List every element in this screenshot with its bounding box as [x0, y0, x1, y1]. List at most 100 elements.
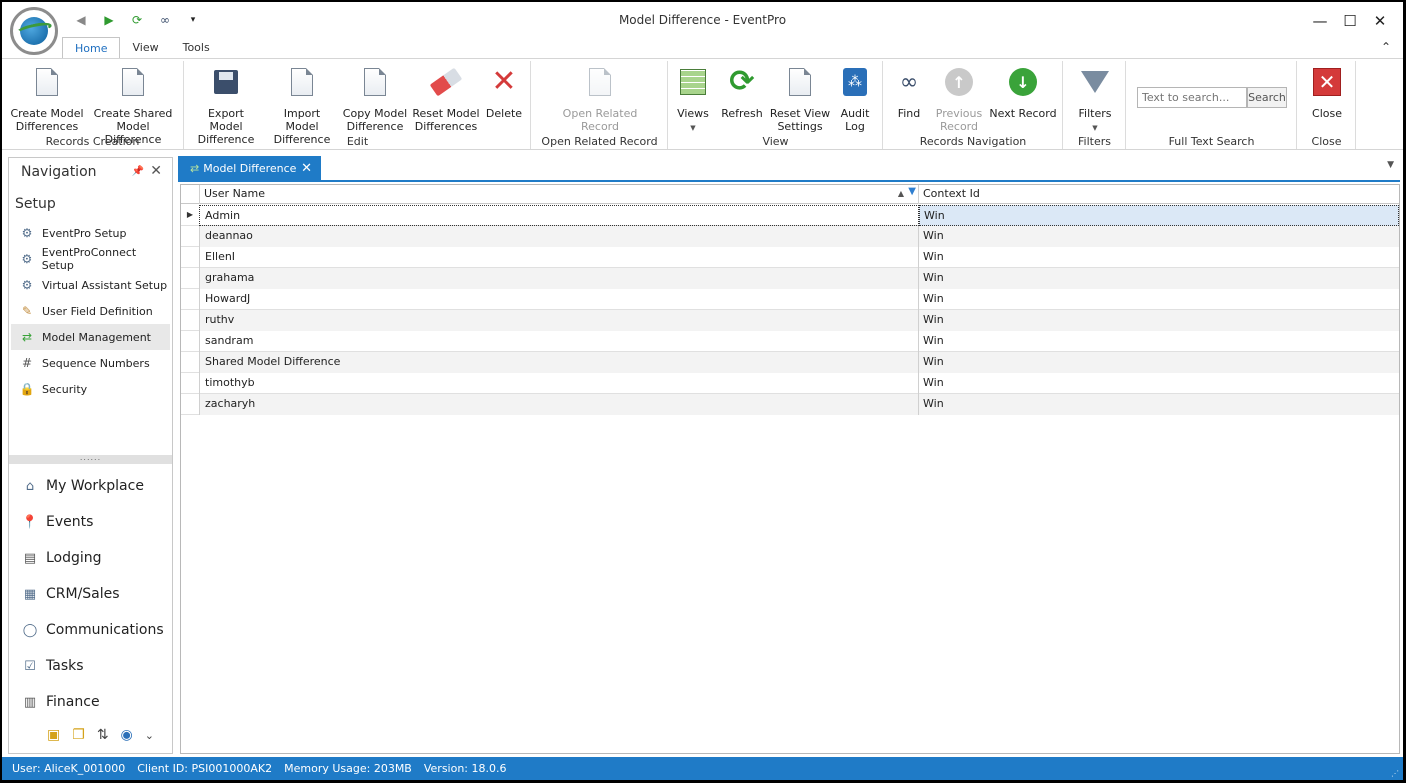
- table-row[interactable]: deannao Win: [181, 226, 1399, 247]
- arrow-down-icon: ↓: [1009, 68, 1037, 96]
- group-edit: Export Model Difference Import Model Dif…: [185, 61, 531, 149]
- cell-user-name[interactable]: ruthv: [199, 310, 919, 331]
- documents-icon[interactable]: ❐: [72, 727, 85, 743]
- full-text-search-input[interactable]: [1137, 87, 1247, 108]
- tab-home[interactable]: Home: [62, 37, 121, 59]
- data-grid: User Name ▲ ▼ Context Id ▶ Admin Win dea…: [180, 184, 1400, 754]
- document-tab-model-difference[interactable]: ⇄ Model Difference ✕: [178, 156, 321, 182]
- find-button[interactable]: ∞ Find: [892, 65, 926, 120]
- gear-icon: ⚙: [21, 278, 33, 292]
- cell-context-id[interactable]: Win: [919, 247, 1399, 268]
- create-model-differences-button[interactable]: Create Model Differences: [6, 65, 88, 133]
- sidebar-item-eventpro-setup[interactable]: ⚙ EventPro Setup: [11, 220, 170, 246]
- sort-arrows-icon[interactable]: ⇅: [97, 727, 109, 743]
- close-panel-icon[interactable]: ✕: [150, 163, 162, 179]
- cell-context-id[interactable]: Win: [919, 352, 1399, 373]
- search-button[interactable]: Search: [1247, 87, 1287, 108]
- close-window-button[interactable]: ✕: [1365, 10, 1395, 32]
- tab-tools[interactable]: Tools: [171, 37, 222, 59]
- status-bar: User: AliceK_001000 Client ID: PSI001000…: [2, 757, 1403, 780]
- reset-model-differences-button[interactable]: Reset Model Differences: [411, 65, 481, 133]
- lodging-icon: ▤: [23, 550, 37, 566]
- column-header-context-id[interactable]: Context Id: [919, 185, 1397, 204]
- arrow-up-icon: ↑: [945, 68, 973, 96]
- table-row[interactable]: sandram Win: [181, 331, 1399, 352]
- cell-context-id[interactable]: Win: [919, 373, 1399, 394]
- table-row[interactable]: Shared Model Difference Win: [181, 352, 1399, 373]
- copy-model-difference-button[interactable]: Copy Model Difference: [341, 65, 409, 133]
- panel-splitter[interactable]: ......: [9, 454, 172, 464]
- create-shared-model-difference-button[interactable]: Create Shared Model Difference: [88, 65, 178, 146]
- close-button[interactable]: ✕ Close: [1307, 65, 1347, 120]
- document-area: ⇄ Model Difference ✕ ▼ User Name ▲ ▼ Con…: [178, 154, 1400, 754]
- table-row[interactable]: HowardJ Win: [181, 289, 1399, 310]
- module-lodging[interactable]: ▤ Lodging: [9, 540, 172, 576]
- next-record-button[interactable]: ↓ Next Record: [988, 65, 1058, 120]
- resize-grip-icon[interactable]: ⋰: [1391, 769, 1399, 778]
- cell-user-name[interactable]: EllenI: [199, 247, 919, 268]
- delete-button[interactable]: ✕ Delete: [483, 65, 525, 121]
- clipboard-icon[interactable]: ▣: [47, 727, 60, 743]
- module-events[interactable]: 📍 Events: [9, 504, 172, 540]
- export-model-difference-button[interactable]: Export Model Difference: [191, 65, 261, 146]
- module-my-workplace[interactable]: ⌂ My Workplace: [9, 468, 172, 504]
- cell-context-id[interactable]: Win: [919, 394, 1399, 415]
- module-finance[interactable]: ▥ Finance: [9, 684, 172, 720]
- table-row[interactable]: zacharyh Win: [181, 394, 1399, 415]
- cell-context-id[interactable]: Win: [919, 289, 1399, 310]
- cell-user-name[interactable]: Admin: [199, 205, 919, 226]
- table-row[interactable]: timothyb Win: [181, 373, 1399, 394]
- ribbon-collapse-icon[interactable]: ⌃: [1381, 40, 1391, 54]
- gear-icon: ⚙: [21, 252, 33, 266]
- cell-user-name[interactable]: Shared Model Difference: [199, 352, 919, 373]
- crm-icon: ▦: [23, 586, 37, 602]
- cell-context-id[interactable]: Win: [919, 226, 1399, 247]
- chevron-down-icon[interactable]: ⌄: [145, 729, 154, 742]
- ribbon-tabs: Home View Tools: [62, 37, 222, 59]
- module-crm-sales[interactable]: ▦ CRM/Sales: [9, 576, 172, 612]
- reset-view-settings-button[interactable]: Reset View Settings: [769, 65, 831, 133]
- module-communications[interactable]: ◯ Communications: [9, 612, 172, 648]
- tab-list-dropdown-icon[interactable]: ▼: [1387, 160, 1394, 170]
- sidebar-item-virtual-assistant-setup[interactable]: ⚙ Virtual Assistant Setup: [11, 272, 170, 298]
- app-logo-button[interactable]: [10, 7, 58, 55]
- cell-user-name[interactable]: grahama: [199, 268, 919, 289]
- sidebar-item-sequence-numbers[interactable]: # Sequence Numbers: [11, 350, 170, 376]
- table-row[interactable]: EllenI Win: [181, 247, 1399, 268]
- refresh-button[interactable]: ⟳ Refresh: [719, 65, 765, 121]
- cell-user-name[interactable]: timothyb: [199, 373, 919, 394]
- cell-user-name[interactable]: zacharyh: [199, 394, 919, 415]
- filter-icon[interactable]: ▼: [908, 183, 916, 201]
- open-related-record-button[interactable]: Open Related Record: [560, 65, 640, 133]
- sidebar-item-model-management[interactable]: ⇄ Model Management: [11, 324, 170, 350]
- cell-user-name[interactable]: deannao: [199, 226, 919, 247]
- save-icon: [214, 70, 238, 94]
- cell-context-id[interactable]: Win: [919, 331, 1399, 352]
- sidebar-item-user-field-definition[interactable]: ✎ User Field Definition: [11, 298, 170, 324]
- module-tasks[interactable]: ☑ Tasks: [9, 648, 172, 684]
- table-row[interactable]: grahama Win: [181, 268, 1399, 289]
- table-row[interactable]: ruthv Win: [181, 310, 1399, 331]
- module-list: ⌂ My Workplace 📍 Events ▤ Lodging ▦ CRM/Sale…: [9, 468, 172, 720]
- views-dropdown[interactable]: Views ▼: [675, 65, 711, 135]
- sidebar-item-security[interactable]: 🔒 Security: [11, 376, 170, 402]
- cell-user-name[interactable]: HowardJ: [199, 289, 919, 310]
- pin-icon[interactable]: 📌: [132, 166, 144, 177]
- filters-dropdown[interactable]: Filters ▼: [1076, 65, 1114, 135]
- close-tab-icon[interactable]: ✕: [301, 161, 312, 176]
- table-row[interactable]: ▶ Admin Win: [181, 205, 1399, 226]
- audit-log-button[interactable]: ⁂ Audit Log: [835, 65, 875, 133]
- import-model-difference-button[interactable]: Import Model Difference: [267, 65, 337, 146]
- cell-user-name[interactable]: sandram: [199, 331, 919, 352]
- cell-context-id[interactable]: Win: [919, 268, 1399, 289]
- cell-context-id[interactable]: Win: [919, 205, 1399, 226]
- sidebar-item-eventproconnect-setup[interactable]: ⚙ EventProConnect Setup: [11, 246, 170, 272]
- maximize-button[interactable]: ☐: [1335, 10, 1365, 32]
- model-icon: ⇄: [21, 330, 33, 344]
- tab-view[interactable]: View: [120, 37, 170, 59]
- minimize-button[interactable]: —: [1305, 10, 1335, 32]
- globe-icon[interactable]: ◉: [121, 727, 133, 743]
- previous-record-button[interactable]: ↑ Previous Record: [934, 65, 984, 133]
- column-header-user-name[interactable]: User Name ▲ ▼: [199, 185, 919, 204]
- cell-context-id[interactable]: Win: [919, 310, 1399, 331]
